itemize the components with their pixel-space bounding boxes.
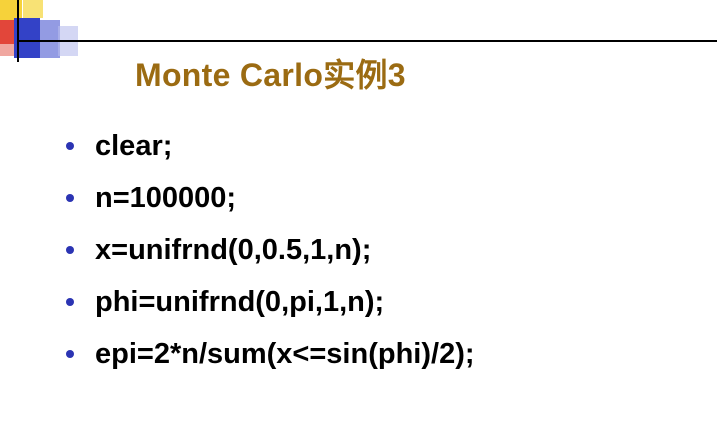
vertical-rule bbox=[17, 0, 19, 62]
logo-block-blue-medium bbox=[40, 20, 60, 58]
bullet-list: clear; n=100000; x=unifrnd(0,0.5,1,n); p… bbox=[62, 124, 475, 384]
bullet-dot-icon bbox=[66, 350, 74, 358]
bullet-item: epi=2*n/sum(x<=sin(phi)/2); bbox=[62, 332, 475, 384]
bullet-dot-icon bbox=[66, 298, 74, 306]
bullet-dot-icon bbox=[66, 194, 74, 202]
logo-block-red bbox=[0, 20, 14, 44]
bullet-item: clear; bbox=[62, 124, 475, 176]
bullet-item: n=100000; bbox=[62, 176, 475, 228]
bullet-text: clear; bbox=[95, 130, 173, 162]
bullet-item: phi=unifrnd(0,pi,1,n); bbox=[62, 280, 475, 332]
horizontal-rule bbox=[17, 40, 717, 42]
bullet-text: phi=unifrnd(0,pi,1,n); bbox=[95, 286, 385, 318]
slide: Monte Carlo实例3 clear; n=100000; x=unifrn… bbox=[0, 0, 717, 434]
bullet-text: epi=2*n/sum(x<=sin(phi)/2); bbox=[95, 338, 475, 370]
corner-logo bbox=[0, 0, 80, 66]
slide-title: Monte Carlo实例3 bbox=[135, 57, 406, 93]
logo-block-yellow-light bbox=[23, 0, 43, 18]
bullet-text: x=unifrnd(0,0.5,1,n); bbox=[95, 234, 372, 266]
bullet-item: x=unifrnd(0,0.5,1,n); bbox=[62, 228, 475, 280]
bullet-dot-icon bbox=[66, 142, 74, 150]
logo-block-pink bbox=[0, 44, 14, 56]
bullet-text: n=100000; bbox=[95, 182, 237, 214]
bullet-dot-icon bbox=[66, 246, 74, 254]
